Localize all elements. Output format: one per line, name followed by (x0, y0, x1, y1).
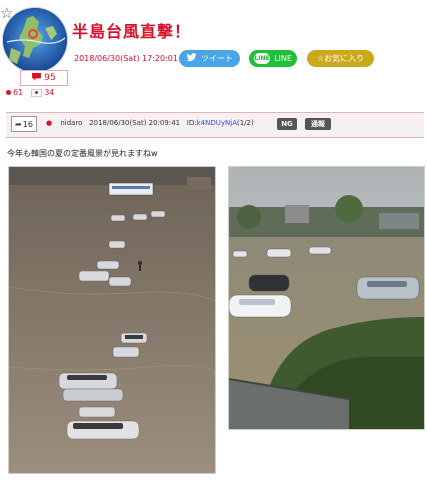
red-dot-icon: ● (46, 119, 53, 127)
favorite-button[interactable]: ☆お気に入り (307, 50, 374, 67)
line-label: LINE (274, 54, 292, 63)
page-title: 半島台風直撃！ (72, 22, 192, 41)
post-timestamp: 2018/06/30(Sat) 20:09:41 (89, 119, 181, 127)
tweet-button[interactable]: ツイート (179, 50, 240, 67)
id-label: ID: (186, 119, 197, 127)
user-id-link[interactable]: k4NDUyNjA (197, 119, 237, 127)
tweet-label: ツイート (201, 54, 233, 63)
reaction-count: 34 (44, 88, 55, 97)
ng-button[interactable]: NG (277, 118, 297, 130)
flood-photo-right[interactable] (228, 166, 425, 430)
reaction-count: 61 (13, 88, 24, 97)
post-body-text: 今年も韓国の夏の定番風景が見れますねw (7, 149, 158, 158)
line-logo-icon: LINE (254, 53, 271, 64)
korean-flag-icon (31, 88, 43, 97)
flood-photo-left[interactable] (8, 166, 216, 474)
comment-count: 95 (44, 73, 56, 83)
reaction-korean-flag[interactable]: 34 (31, 88, 54, 97)
article-thumbnail-map[interactable] (3, 8, 67, 72)
reply-count: 16 (22, 119, 33, 129)
reaction-bar: 61 34 (6, 88, 54, 97)
speech-bubble-icon (32, 72, 42, 84)
post-author: nidaro (60, 119, 83, 127)
twitter-bird-icon (186, 53, 197, 64)
report-button[interactable]: 通報 (305, 118, 331, 130)
post-meta: ● nidaro 2018/06/30(Sat) 20:09:41 ID:k4N… (46, 119, 254, 127)
reaction-red-dot[interactable]: 61 (6, 88, 23, 97)
comment-count-badge[interactable]: 95 (20, 70, 68, 86)
line-share-button[interactable]: LINE LINE (249, 50, 297, 67)
red-dot-icon (6, 90, 11, 95)
reply-count-button[interactable]: ➦ 16 (11, 116, 37, 132)
favorite-label: ☆お気に入り (316, 54, 365, 63)
reply-arrow-icon: ➦ (15, 119, 22, 129)
post-page: (1/2) (237, 119, 254, 127)
article-date: 2018/06/30(Sat) 17:20:01 (74, 54, 178, 63)
